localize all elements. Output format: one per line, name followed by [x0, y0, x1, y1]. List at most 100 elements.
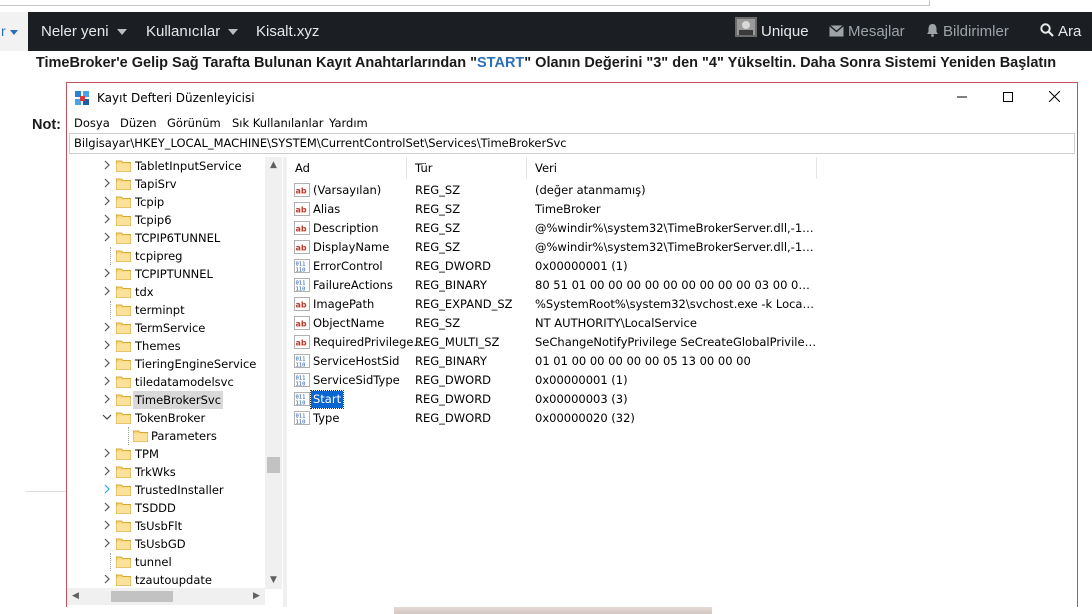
registry-value-row[interactable]: 011 110 FailureActions REG_BINARY 80 51 01 0… [287, 276, 1067, 295]
tree-item[interactable]: TCPIP6TUNNEL [67, 229, 267, 247]
binary-value-icon: 011 110 [294, 354, 310, 369]
registry-value-row[interactable]: 011 110 ServiceHostSid REG_BINARY 01 01 00 0… [287, 352, 1067, 371]
value-list-pane[interactable]: Ad Tür Veri ab (Varsayılan) REG_SZ (değer a… [287, 157, 1077, 607]
tree-item-label: TCPIPTUNNEL [135, 267, 213, 281]
nav-search[interactable]: Ara [1040, 12, 1081, 51]
chevron-right-icon[interactable] [102, 448, 112, 460]
chevron-right-icon[interactable] [102, 358, 112, 370]
tree-item[interactable]: tiledatamodelsvc [67, 373, 267, 391]
column-header-name[interactable]: Ad [287, 157, 407, 179]
registry-value-row[interactable]: 011 110 ServiceSidType REG_DWORD 0x00000001 … [287, 371, 1067, 390]
tree-item[interactable]: TPM [67, 445, 267, 463]
tree-item[interactable]: Themes [67, 337, 267, 355]
nav-left-tab[interactable]: r [0, 12, 28, 51]
nav-messages-label: Mesajlar [848, 23, 905, 40]
binary-value-icon: 011 110 [294, 278, 310, 293]
tree-item-label: TSDDD [135, 501, 176, 515]
registry-value-row[interactable]: 011 110 ErrorControl REG_DWORD 0x00000001 (1… [287, 257, 1067, 276]
tree-item[interactable]: TsUsbFlt [67, 517, 267, 535]
tree-item-label: TokenBroker [135, 411, 206, 425]
menu-favorites[interactable]: Sık Kullanılanlar [232, 115, 324, 131]
tree-item[interactable]: Tcpip [67, 193, 267, 211]
window-titlebar[interactable]: Kayıt Defteri Düzenleyicisi [67, 83, 1077, 113]
chevron-down-icon[interactable] [228, 29, 239, 36]
chevron-down-icon[interactable] [116, 29, 127, 36]
tree-item[interactable]: tcpipreg [67, 247, 267, 265]
tree-item[interactable]: Parameters [67, 427, 267, 445]
tree-item[interactable]: TCPIPTUNNEL [67, 265, 267, 283]
tree-item[interactable]: Tcpip6 [67, 211, 267, 229]
chevron-right-icon[interactable] [102, 538, 112, 550]
menu-file[interactable]: Dosya [74, 115, 110, 131]
tree-item[interactable]: TermService [67, 319, 267, 337]
column-header-data[interactable]: Veri [527, 157, 817, 179]
tree-item[interactable]: TsUsbGD [67, 535, 267, 553]
scroll-up-arrow-icon[interactable]: ▲ [265, 157, 282, 174]
folder-icon [116, 555, 131, 568]
scroll-left-arrow-icon[interactable]: ◀ [67, 588, 84, 605]
tree-item[interactable]: tzautoupdate [67, 571, 267, 589]
minimize-button[interactable] [939, 83, 985, 113]
registry-value-row[interactable]: ab ObjectName REG_SZ NT AUTHORITY\LocalServ… [287, 314, 1067, 333]
nav-item-users[interactable]: Kullanıcılar [146, 12, 239, 51]
nav-item-whats-new[interactable]: Neler yeni [41, 12, 127, 51]
nav-user-account[interactable]: Unique [735, 12, 809, 51]
tree-item[interactable]: tdx [67, 283, 267, 301]
chevron-right-icon[interactable] [102, 232, 112, 244]
key-tree-pane[interactable]: TabletInputService TapiSrv Tcpip Tcpip6 TCPI… [67, 157, 283, 607]
chevron-right-icon[interactable] [102, 340, 112, 352]
registry-value-row[interactable]: 011 110 Type REG_DWORD 0x00000020 (32) [287, 409, 1067, 428]
tree-item-label: terminpt [135, 303, 185, 317]
chevron-right-icon[interactable] [102, 196, 112, 208]
address-bar[interactable]: Bilgisayar\HKEY_LOCAL_MACHINE\SYSTEM\Cur… [69, 133, 1075, 154]
chevron-right-icon[interactable] [102, 574, 112, 586]
chevron-right-icon[interactable] [102, 160, 112, 172]
maximize-button[interactable] [985, 83, 1031, 113]
registry-value-row[interactable]: ab ImagePath REG_EXPAND_SZ %SystemRoot%\sys… [287, 295, 1067, 314]
menu-edit[interactable]: Düzen [120, 115, 157, 131]
nav-notifications[interactable]: Bildirimler [926, 12, 1009, 51]
tree-vertical-scrollbar[interactable]: ▲ ▼ [265, 157, 282, 589]
chevron-right-icon[interactable] [102, 466, 112, 478]
registry-value-row[interactable]: ab Alias REG_SZ TimeBroker [287, 200, 1067, 219]
menu-view[interactable]: Görünüm [167, 115, 221, 131]
chevron-right-icon[interactable] [102, 178, 112, 190]
scroll-right-arrow-icon[interactable]: ▶ [248, 588, 265, 605]
tree-item[interactable]: TrkWks [67, 463, 267, 481]
chevron-right-icon[interactable] [102, 268, 112, 280]
close-button[interactable] [1031, 83, 1077, 113]
chevron-right-icon[interactable] [102, 376, 112, 388]
nav-item-kisalt[interactable]: Kisalt.xyz [256, 12, 319, 51]
scroll-thumb[interactable] [267, 457, 280, 473]
chevron-right-icon[interactable] [102, 484, 112, 496]
tree-item[interactable]: TSDDD [67, 499, 267, 517]
tree-horizontal-scrollbar[interactable]: ◀ ▶ [67, 588, 265, 605]
tree-item[interactable]: TieringEngineService [67, 355, 267, 373]
scroll-thumb[interactable] [111, 591, 173, 602]
nav-messages[interactable]: Mesajlar [829, 12, 905, 51]
chevron-down-icon[interactable] [102, 412, 112, 424]
scroll-down-arrow-icon[interactable]: ▼ [265, 572, 282, 589]
chevron-right-icon[interactable] [102, 394, 112, 406]
page-divider [26, 491, 68, 492]
registry-value-row[interactable]: ab RequiredPrivilege... REG_MULTI_SZ SeChan… [287, 333, 1067, 352]
registry-value-row[interactable]: ab DisplayName REG_SZ @%windir%\system32\Ti… [287, 238, 1067, 257]
chevron-right-icon[interactable] [102, 322, 112, 334]
registry-value-row[interactable]: ab Description REG_SZ @%windir%\system32\Ti… [287, 219, 1067, 238]
chevron-right-icon[interactable] [102, 520, 112, 532]
tree-item[interactable]: tunnel [67, 553, 267, 571]
tree-item[interactable]: TokenBroker [67, 409, 267, 427]
registry-value-row[interactable]: ab (Varsayılan) REG_SZ (değer atanmamış) [287, 181, 1067, 200]
tree-item[interactable]: TapiSrv [67, 175, 267, 193]
chevron-right-icon[interactable] [102, 286, 112, 298]
tree-item[interactable]: TabletInputService [67, 157, 267, 175]
menu-help[interactable]: Yardım [329, 115, 368, 131]
chevron-right-icon[interactable] [102, 214, 112, 226]
search-box-edge[interactable] [0, 0, 930, 6]
tree-item[interactable]: terminpt [67, 301, 267, 319]
registry-value-row[interactable]: 011 110 Start REG_DWORD 0x00000003 (3) [287, 390, 1067, 409]
tree-item[interactable]: TimeBrokerSvc [67, 391, 267, 409]
column-header-type[interactable]: Tür [407, 157, 527, 179]
tree-item[interactable]: TrustedInstaller [67, 481, 267, 499]
chevron-right-icon[interactable] [102, 502, 112, 514]
